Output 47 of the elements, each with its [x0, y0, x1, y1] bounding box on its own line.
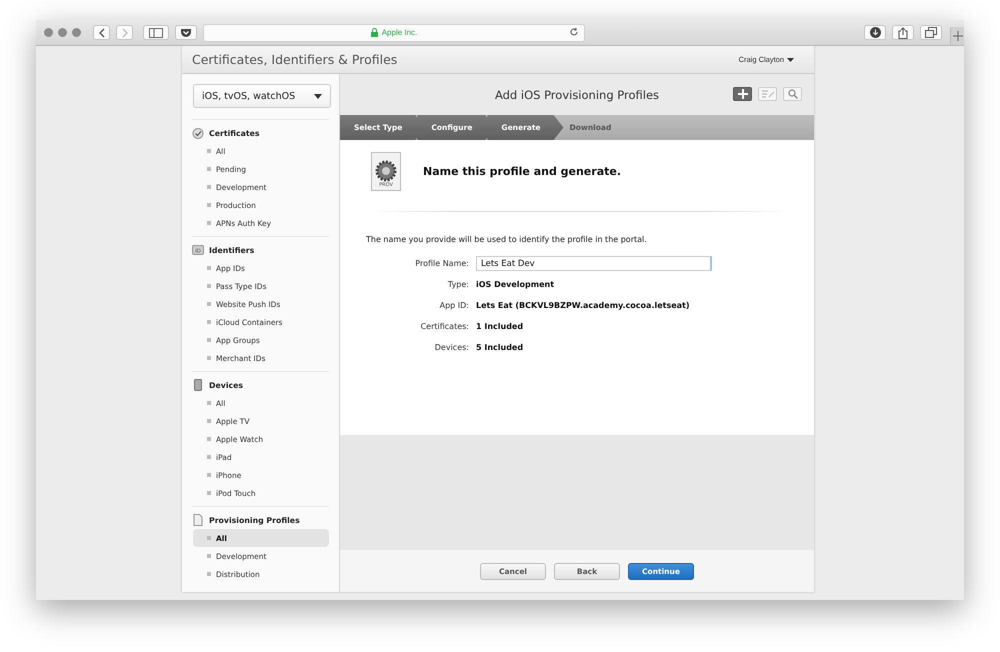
edit-icon [760, 89, 774, 99]
caret-icon [787, 58, 794, 62]
chevron-right-icon [120, 28, 128, 38]
document-icon [192, 514, 204, 526]
field-label: Certificates: [420, 322, 470, 331]
page-title: Certificates, Identifiers & Profiles [192, 52, 398, 67]
platform-dropdown[interactable]: iOS, tvOS, watchOS [193, 84, 331, 108]
search-button[interactable] [783, 87, 802, 101]
field-value: 5 Included [476, 343, 524, 352]
site-name: Apple Inc. [382, 28, 418, 37]
gear-icon [375, 160, 397, 182]
plus-icon [738, 89, 748, 99]
plus-icon [952, 31, 962, 41]
field-label: Devices: [434, 343, 470, 352]
back-button[interactable] [93, 25, 110, 40]
field-label: Type: [446, 280, 470, 289]
intro-text: The name you provide will be used to identify the profile in the portal. [366, 235, 648, 244]
panel-title: Add iOS Provisioning Profiles [494, 88, 660, 102]
sidebar-icon [149, 28, 163, 38]
new-tab-button[interactable] [950, 27, 964, 45]
reload-icon[interactable] [569, 26, 579, 36]
phone-icon [192, 379, 204, 391]
field-value: 1 Included [476, 322, 524, 331]
tabs-icon [925, 27, 937, 38]
downloads-button[interactable] [864, 25, 886, 40]
pocket-icon [180, 28, 192, 38]
lock-icon [370, 28, 378, 37]
profile-name-field[interactable]: Lets Eat Dev [476, 256, 712, 271]
share-button[interactable] [892, 25, 914, 40]
add-button[interactable] [733, 87, 752, 101]
pocket-button[interactable] [175, 25, 197, 40]
field-label: Profile Name: [414, 259, 470, 268]
close-button[interactable] [44, 28, 53, 37]
minimize-button[interactable] [58, 28, 67, 37]
field-label: App ID: [438, 301, 470, 310]
chevron-left-icon [98, 28, 106, 38]
share-icon [898, 26, 908, 38]
section-heading: Name this profile and generate. [423, 165, 622, 178]
certificate-icon [192, 128, 204, 138]
download-icon [870, 27, 880, 38]
sidebar-button[interactable] [143, 25, 169, 40]
field-value: Lets Eat (BCKVL9BZPW.academy.cocoa.letseat) [476, 301, 690, 310]
tabs-button[interactable] [920, 25, 942, 40]
search-icon [788, 89, 798, 99]
zoom-button[interactable] [72, 28, 81, 37]
field-value: iOS Development [476, 280, 554, 289]
caret-icon [314, 94, 322, 98]
